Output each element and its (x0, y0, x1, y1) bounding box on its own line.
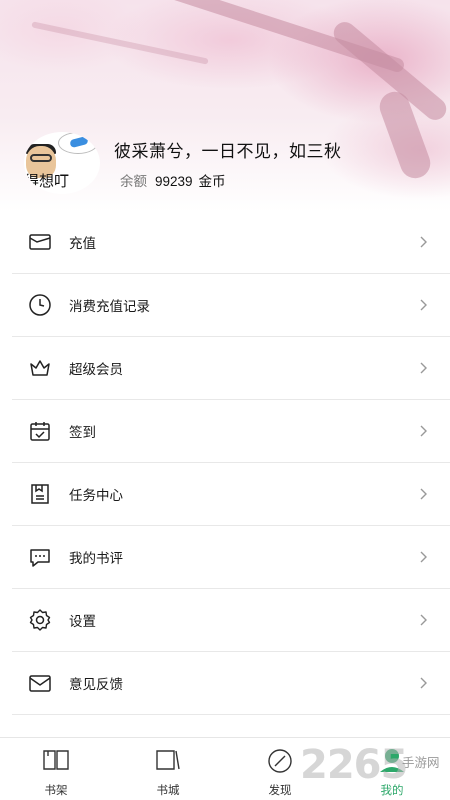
menu-label: 消费充值记录 (69, 299, 150, 314)
balance: 余额 99239 金币 (120, 170, 226, 190)
mail-icon (29, 675, 51, 692)
tab-label: 书城 (156, 785, 180, 797)
username: 彼采萧兮，一日不见，如三秋 (114, 142, 342, 161)
watermark-number: 2265 (300, 742, 408, 788)
menu-label: 充值 (69, 236, 96, 251)
chevron-right-icon (420, 551, 427, 563)
chevron-right-icon (420, 614, 427, 626)
watermark-text: 手游网 (402, 756, 440, 770)
avatar[interactable]: 得想叮 (24, 132, 100, 194)
menu-item-reviews[interactable]: 我的书评 (12, 526, 450, 589)
crown-icon (30, 360, 50, 376)
menu-label: 签到 (69, 425, 96, 440)
avatar-caption: 得想叮 (24, 173, 70, 190)
comment-icon (30, 549, 50, 567)
gear-icon (29, 609, 51, 631)
menu-label: 超级会员 (69, 362, 123, 377)
menu-item-checkin[interactable]: 签到 (12, 400, 450, 463)
chevron-right-icon (420, 362, 427, 374)
menu-label: 我的书评 (69, 551, 123, 566)
menu-item-feedback[interactable]: 意见反馈 (12, 652, 450, 715)
chevron-right-icon (420, 236, 427, 248)
balance-amount: 99239 (155, 174, 193, 189)
chevron-right-icon (420, 677, 427, 689)
chevron-right-icon (420, 425, 427, 437)
calendar-check-icon (30, 422, 50, 441)
menu-label: 意见反馈 (69, 677, 123, 692)
task-icon (31, 484, 49, 504)
chevron-right-icon (420, 299, 427, 311)
menu-label: 设置 (69, 614, 96, 629)
blossom-branch (31, 21, 209, 65)
menu-item-tasks[interactable]: 任务中心 (12, 463, 450, 526)
clock-icon (29, 294, 51, 316)
compass-icon (268, 749, 292, 773)
bookshelf-icon (43, 750, 69, 770)
bookstore-icon (156, 750, 180, 770)
menu-item-settings[interactable]: 设置 (12, 589, 450, 652)
menu-label: 任务中心 (69, 488, 123, 503)
profile-header: 得想叮 彼采萧兮，一日不见，如三秋 余额 99239 金币 (0, 0, 450, 212)
tab-bookshelf[interactable]: 书架 (0, 738, 112, 800)
balance-label: 余额 (120, 174, 147, 189)
tab-label: 书架 (44, 785, 68, 797)
chevron-right-icon (420, 488, 427, 500)
balance-unit: 金币 (198, 174, 226, 189)
menu-item-vip[interactable]: 超级会员 (12, 337, 450, 400)
tab-bookstore[interactable]: 书城 (112, 738, 224, 800)
wallet-icon (29, 234, 51, 250)
menu-item-recharge[interactable]: 充值 (12, 211, 450, 274)
menu-list: 充值 消费充值记录 超级会员 签到 任务中心 我的书评 设置 意见反馈 (12, 211, 450, 715)
menu-item-records[interactable]: 消费充值记录 (12, 274, 450, 337)
